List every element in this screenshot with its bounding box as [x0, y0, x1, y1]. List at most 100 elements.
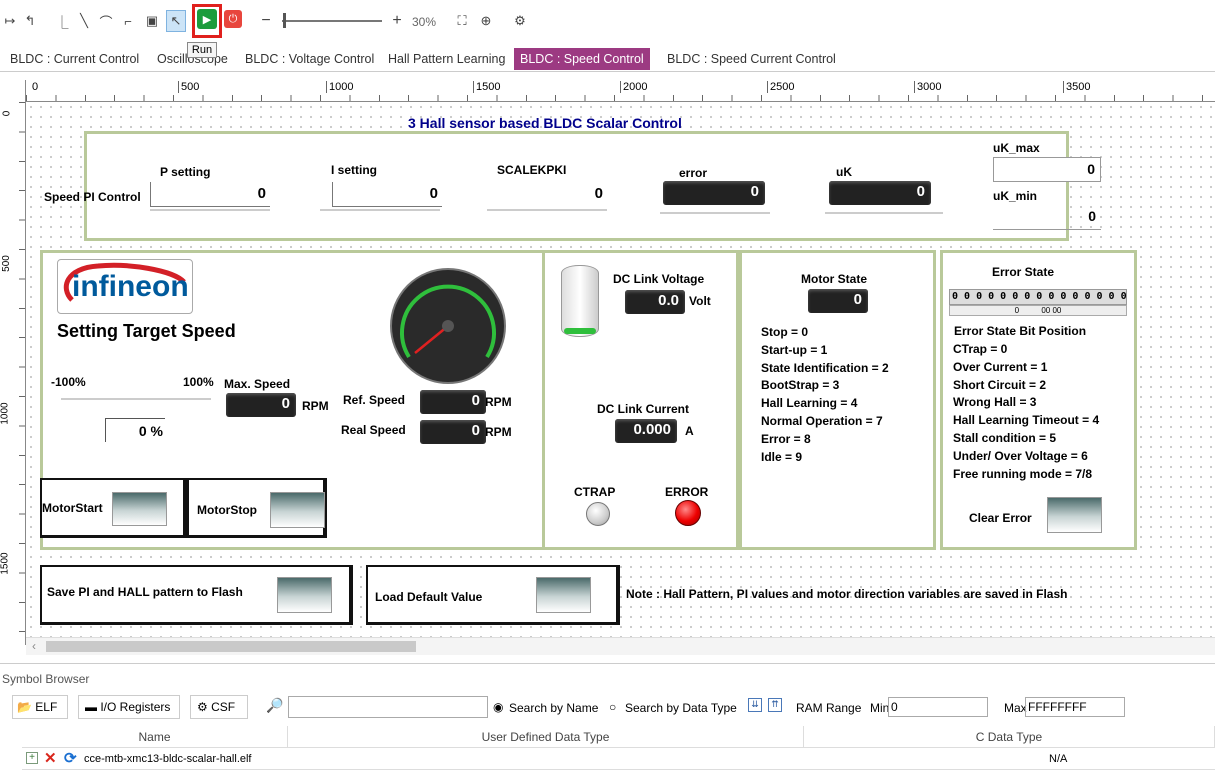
- motor-state-line: Normal Operation = 7: [761, 413, 883, 428]
- load-default-label: Load Default Value: [375, 590, 483, 604]
- percent-input[interactable]: 0 %: [105, 418, 165, 442]
- settings-icon[interactable]: ⚙: [510, 10, 530, 32]
- tab-voltage-control[interactable]: BLDC : Voltage Control: [239, 48, 380, 70]
- motor-state-display: 0: [808, 289, 868, 313]
- connector-icon[interactable]: ↰: [20, 10, 40, 32]
- delete-icon[interactable]: ✕: [44, 749, 57, 767]
- toolbar: ↦ ↰ ⎿ ╲ ⌒ ⌐ ▣ ↖ ▶ ⏻ − + 30% ⛶ ⊕ ⚙ Run: [0, 0, 1215, 58]
- zoom-in-icon[interactable]: +: [387, 10, 407, 32]
- motor-state-line: State Identification = 2: [761, 360, 889, 375]
- scalekpki-input[interactable]: 0: [487, 182, 607, 207]
- p-setting-slider[interactable]: [150, 209, 270, 211]
- refresh-icon[interactable]: ⟳: [64, 749, 77, 767]
- elf-button[interactable]: 📂 ELF: [12, 695, 68, 719]
- error-display: 0: [663, 181, 765, 205]
- csf-button[interactable]: ⚙ CSF: [190, 695, 248, 719]
- speed-pi-label: Speed PI Control: [44, 190, 141, 204]
- column-header-name[interactable]: Name: [22, 726, 288, 748]
- error-bit-position-title: Error State Bit Position: [954, 324, 1087, 338]
- tab-bar: BLDC : Current Control Oscilloscope BLDC…: [0, 44, 1215, 72]
- run-icon[interactable]: ▶: [197, 9, 217, 29]
- io-registers-button[interactable]: ▬ I/O Registers: [78, 695, 180, 719]
- table-row[interactable]: + ✕ ⟳ cce-mtb-xmc13-bldc-scalar-hall.elf…: [22, 748, 1215, 770]
- collapse-all-icon[interactable]: ⇈: [768, 698, 782, 712]
- csf-button-label: CSF: [211, 700, 236, 714]
- max-label: Max: [1004, 701, 1027, 715]
- error-state-title: Error State: [992, 265, 1055, 279]
- stop-icon[interactable]: ⏻: [224, 10, 242, 28]
- canvas-scrollbar[interactable]: ‹: [26, 637, 1215, 655]
- scrollbar-thumb[interactable]: [46, 641, 416, 652]
- folder-icon: 📂: [17, 700, 32, 714]
- line-step-icon[interactable]: ⎿: [52, 10, 72, 32]
- i-setting-slider[interactable]: [320, 209, 440, 211]
- ruler-ticks: [19, 102, 25, 642]
- error-state-line: Hall Learning Timeout = 4: [953, 413, 1100, 428]
- error-scale: [660, 212, 770, 214]
- motor-state-title: Motor State: [801, 272, 867, 286]
- min-input[interactable]: 0: [888, 697, 988, 717]
- error-label: error: [679, 166, 708, 180]
- save-flash-label: Save PI and HALL pattern to Flash: [47, 585, 243, 599]
- run-tooltip: Run: [187, 42, 217, 58]
- pointer-icon[interactable]: ↖: [166, 10, 186, 32]
- clear-error-button[interactable]: [1047, 497, 1102, 533]
- dashboard-canvas: 3 Hall sensor based BLDC Scalar Control …: [26, 102, 1215, 637]
- uk-max-input[interactable]: 0: [993, 157, 1101, 182]
- p-setting-label: P setting: [160, 165, 211, 179]
- real-speed-display: 0: [420, 420, 486, 444]
- arrow-left-icon[interactable]: ↦: [0, 10, 20, 32]
- column-header-user-type[interactable]: User Defined Data Type: [288, 726, 804, 748]
- zoom-magnifier-icon[interactable]: ⊕: [476, 10, 496, 32]
- column-header-c-type[interactable]: C Data Type: [804, 726, 1215, 748]
- line-diagonal-icon[interactable]: ╲: [74, 10, 94, 32]
- motor-stop-label: MotorStop: [197, 503, 257, 517]
- motor-stop-button[interactable]: [270, 492, 325, 528]
- expand-all-icon[interactable]: ⇊: [748, 698, 762, 712]
- min-percent-label: -100%: [51, 375, 86, 389]
- elf-button-label: ELF: [35, 700, 58, 714]
- fit-icon[interactable]: ⛶: [452, 10, 472, 32]
- real-speed-unit: RPM: [485, 425, 512, 439]
- scroll-left-icon[interactable]: ‹: [32, 639, 36, 653]
- dc-current-unit: A: [685, 424, 694, 438]
- search-by-type-radio[interactable]: ○: [609, 700, 616, 714]
- p-setting-input[interactable]: 0: [150, 182, 270, 207]
- load-default-button[interactable]: [536, 577, 591, 613]
- search-input[interactable]: [288, 696, 488, 718]
- max-speed-unit: RPM: [302, 399, 329, 413]
- target-speed-slider[interactable]: [61, 398, 211, 400]
- expand-icon[interactable]: +: [26, 752, 38, 764]
- error-state-line: Over Current = 1: [953, 359, 1048, 374]
- error-state-panel: Error State 0 0 0 0 0 0 0 0 0 0 0 0 0 0 …: [940, 250, 1137, 550]
- error-led-label: ERROR: [665, 485, 709, 499]
- tab-speed-current-control[interactable]: BLDC : Speed Current Control: [661, 48, 842, 70]
- error-state-legend: CTrap = 0 Over Current = 1 Short Circuit…: [953, 341, 1099, 483]
- dc-voltage-display: 0.0: [625, 290, 685, 314]
- i-setting-input[interactable]: 0: [332, 182, 442, 207]
- scalekpki-slider[interactable]: [487, 209, 607, 211]
- max-input[interactable]: FFFFFFFF: [1025, 697, 1125, 717]
- ruler-label: 0: [1, 110, 13, 117]
- min-label: Min: [870, 701, 890, 715]
- motor-start-label: MotorStart: [42, 501, 103, 515]
- tab-hall-pattern-learning[interactable]: Hall Pattern Learning: [382, 48, 511, 70]
- save-flash-button[interactable]: [277, 577, 332, 613]
- widget-icon[interactable]: ▣: [142, 10, 162, 32]
- motor-stop-frame: MotorStop: [187, 478, 327, 538]
- motor-state-panel: Motor State 0 Stop = 0 Start-up = 1 Stat…: [739, 250, 936, 550]
- ruler-label: 3500: [1063, 81, 1090, 93]
- zoom-slider[interactable]: [282, 20, 382, 22]
- tab-speed-control[interactable]: BLDC : Speed Control: [514, 48, 650, 70]
- search-by-name-radio[interactable]: ◉: [493, 700, 503, 714]
- scalekpki-label: SCALEKPKI: [497, 163, 567, 177]
- symbol-browser-title: Symbol Browser: [2, 672, 90, 686]
- step-connector-icon[interactable]: ⌐: [118, 10, 138, 32]
- zoom-out-icon[interactable]: −: [256, 10, 276, 32]
- zoom-slider-thumb[interactable]: [283, 13, 286, 28]
- motor-start-button[interactable]: [112, 492, 167, 526]
- ruler-label: 500: [0, 255, 12, 272]
- uk-min-input[interactable]: 0: [993, 205, 1101, 230]
- tab-current-control[interactable]: BLDC : Current Control: [4, 48, 145, 70]
- curve-icon[interactable]: ⌒: [96, 10, 116, 32]
